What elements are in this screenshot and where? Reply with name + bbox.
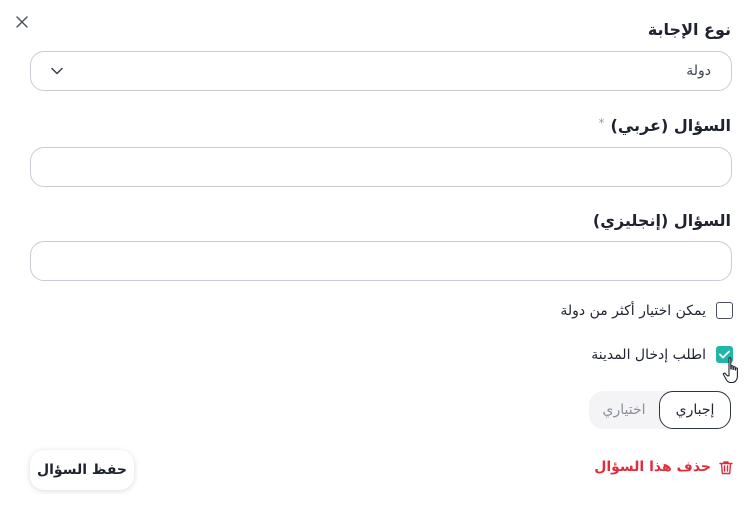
question-en-input[interactable] [30,241,732,281]
mandatory-option[interactable]: إجباري [659,391,731,429]
delete-question-button[interactable]: حذف هذا السؤال [594,459,733,475]
require-city-label: اطلب إدخال المدينة [591,346,706,363]
question-editor-panel: نوع الإجابة دولة السؤال (عربي) * السؤال (… [0,0,755,507]
multi-country-label: يمكن اختيار أكثر من دولة [560,302,706,319]
answer-type-select[interactable]: دولة [30,51,732,91]
optional-option[interactable]: اختياري [589,391,659,429]
require-city-option[interactable]: اطلب إدخال المدينة [591,346,733,363]
close-icon [16,16,28,28]
requirement-toggle: إجباري اختياري [589,391,731,429]
trash-icon [719,460,733,474]
delete-question-label: حذف هذا السؤال [594,459,711,475]
multi-country-option[interactable]: يمكن اختيار أكثر من دولة [560,302,733,319]
question-ar-input[interactable] [30,147,732,187]
close-button[interactable] [13,13,31,31]
required-star: * [598,116,605,130]
question-ar-label: السؤال (عربي) * [599,116,731,135]
question-ar-label-text: السؤال (عربي) [610,116,731,135]
answer-type-value: دولة [686,63,711,79]
save-question-button[interactable]: حفظ السؤال [30,450,134,490]
question-en-label: السؤال (إنجليزي) [592,211,731,230]
chevron-down-icon [51,67,63,75]
hand-pointer-icon [722,357,738,384]
multi-country-checkbox[interactable] [716,302,733,319]
answer-type-label: نوع الإجابة [647,20,731,39]
